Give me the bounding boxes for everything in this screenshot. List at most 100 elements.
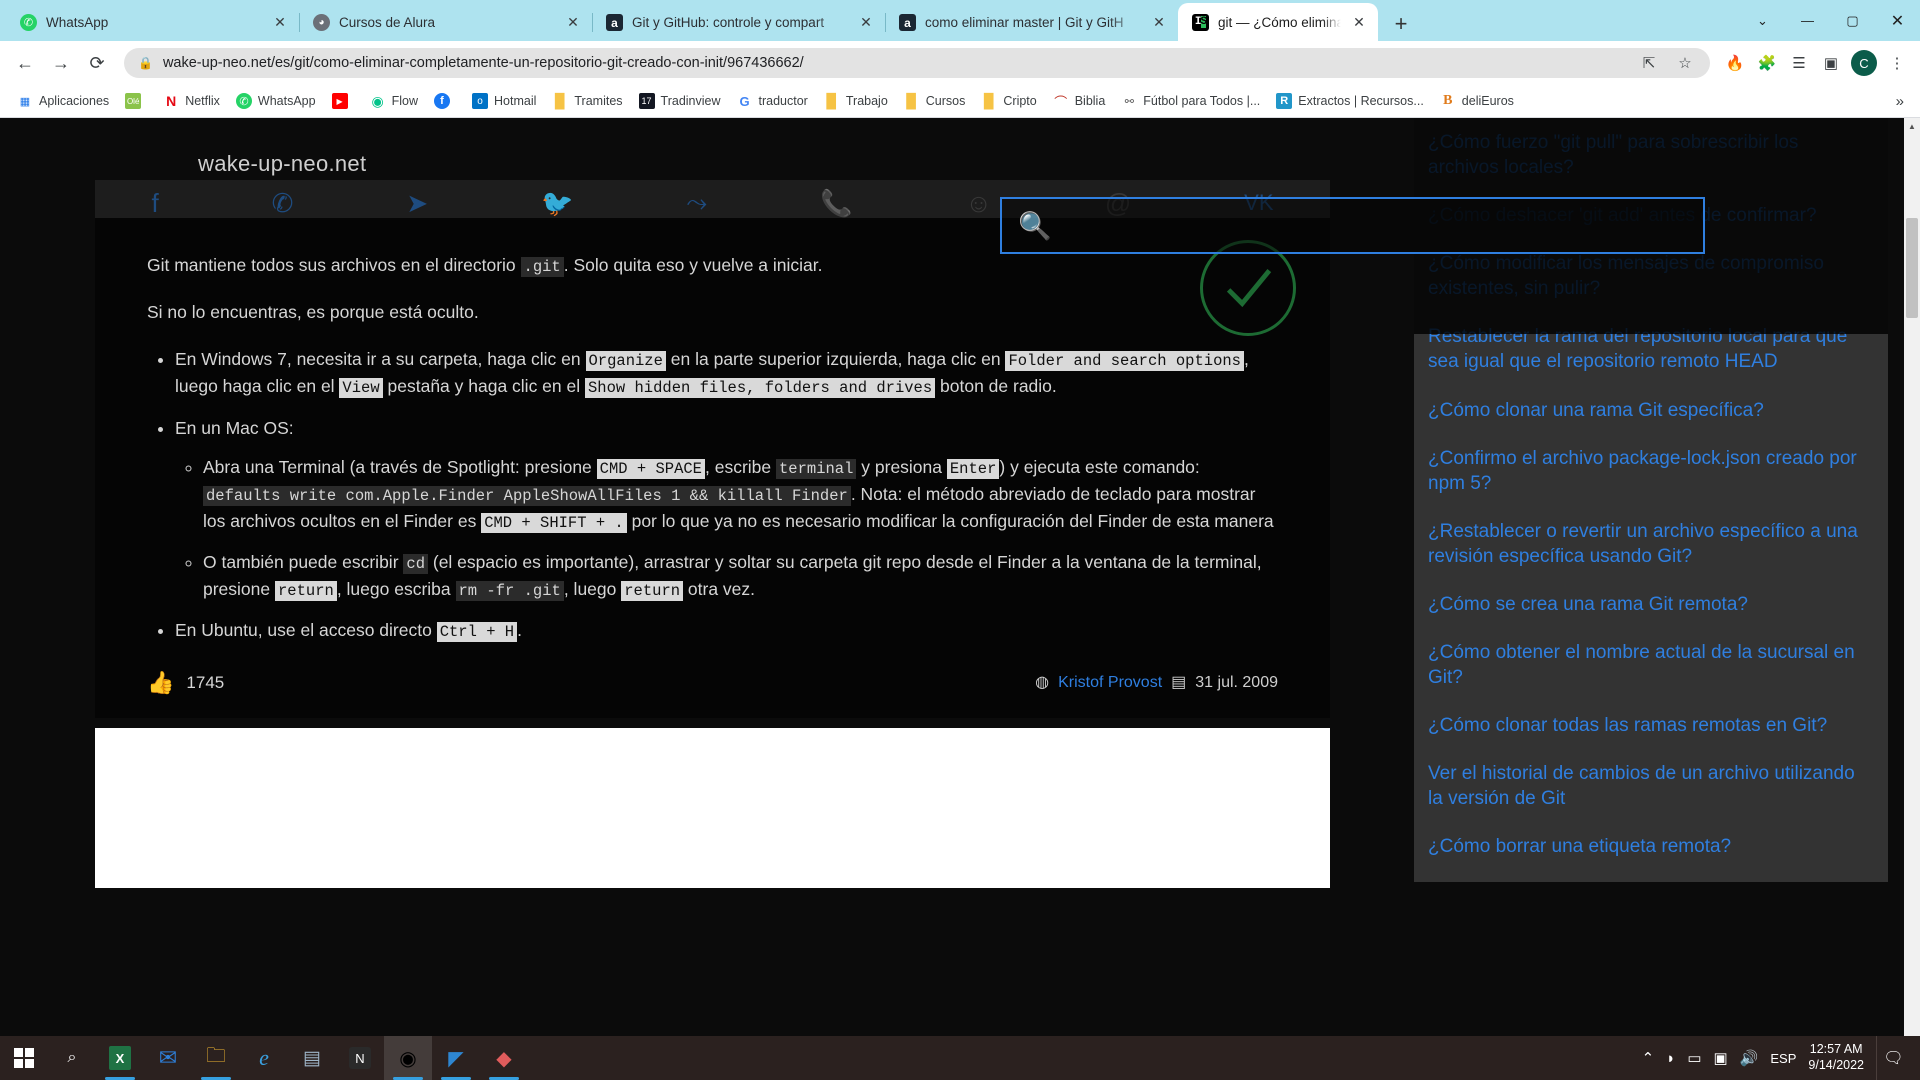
tab-git-y-github[interactable]: a Git y GitHub: controle y compart ✕ [592,4,885,41]
search-input[interactable]: 🔍 [1000,197,1705,254]
reading-list-icon[interactable]: ☰ [1784,48,1814,78]
wifi-icon[interactable]: ◗ [1666,1050,1675,1067]
page-scrollbar[interactable]: ▲ [1904,118,1920,1036]
sidebar-link[interactable]: Restablecer la rama del repositorio loca… [1428,324,1862,374]
calculator-icon[interactable]: ▤ [288,1036,336,1080]
text: En Ubuntu, use el acceso directo [175,620,437,641]
sidebar-link[interactable]: ¿Cómo clonar todas las ramas remotas en … [1428,713,1862,738]
new-tab-button[interactable]: + [1384,7,1418,41]
volume-icon[interactable]: 🔊 [1740,1049,1759,1067]
tab-search-chevron-icon[interactable]: ⌄ [1740,0,1785,41]
chrome-icon[interactable]: ◉ [384,1036,432,1080]
close-icon[interactable]: ✕ [1150,14,1168,32]
tab-whatsapp[interactable]: ✆ WhatsApp ✕ [6,4,299,41]
sidebar-link[interactable]: ¿Cómo clonar una rama Git específica? [1428,398,1862,423]
bookmark-tramites[interactable]: ▉ Tramites [545,90,629,112]
tab-como-eliminar-master[interactable]: a como eliminar master | Git y GitH ✕ [885,4,1178,41]
bookmark-futbol[interactable]: ⚯ Fútbol para Todos |... [1114,90,1267,112]
tab-cursos-de-alura[interactable]: ◕ Cursos de Alura ✕ [299,4,592,41]
folder-icon: ▉ [826,92,838,109]
avatar[interactable]: C [1851,50,1877,76]
odnoklassniki-share-icon[interactable]: ☺ [965,188,992,219]
notion-icon[interactable]: N [336,1036,384,1080]
bookmark-trabajo[interactable]: ▉ Trabajo [817,90,895,112]
app-diamond-icon[interactable]: ◆ [480,1036,528,1080]
publish-date: 31 jul. 2009 [1195,674,1278,692]
is-icon: IS [1192,13,1209,31]
sidebar-link[interactable]: Ver el historial de cambios de un archiv… [1428,761,1862,811]
window-close-button[interactable]: ✕ [1875,0,1920,41]
search-taskbar-icon[interactable]: ⌕ [48,1036,96,1080]
bookmark-tradinview[interactable]: 17 Tradinview [632,90,728,112]
bookmark-youtube[interactable]: ▶ [325,90,361,112]
bookmark-facebook[interactable]: f [427,90,463,112]
minimize-button[interactable]: — [1785,0,1830,41]
bookmark-hotmail[interactable]: o Hotmail [465,90,543,112]
bookmark-cripto[interactable]: ▉ Cripto [974,90,1043,112]
netflix-icon: N [166,93,177,109]
share-nodes-icon[interactable]: ⤳ [686,187,707,219]
site-brand[interactable]: wake-up-neo.net [198,151,366,177]
notification-icon[interactable]: 🗨 [1876,1036,1910,1080]
bookmark-delieuros[interactable]: B deliEuros [1433,90,1521,112]
vote-count-group[interactable]: 👍 1745 [147,666,224,700]
tab-git-como-eliminar[interactable]: IS git — ¿Cómo eliminar completam ✕ [1178,3,1378,41]
viber-share-icon[interactable]: 📞 [820,188,852,219]
thumbs-up-icon[interactable]: 👍 [147,666,174,700]
clock-date: 9/14/2022 [1808,1058,1864,1072]
facebook-share-icon[interactable]: f [151,188,158,219]
close-icon[interactable]: ✕ [857,14,875,32]
bookmark-traductor[interactable]: G traductor [730,90,815,112]
chrome-menu-icon[interactable]: ⋮ [1882,48,1912,78]
ole-icon: Olé [125,93,142,109]
bookmark-biblia[interactable]: ⌒ Biblia [1046,90,1113,112]
onedrive-sync-icon[interactable]: ▣ [1714,1049,1728,1067]
excel-icon[interactable]: X [96,1036,144,1080]
sidebar-link[interactable]: ¿Cómo obtener el nombre actual de la suc… [1428,640,1862,690]
vscode-icon[interactable]: ◤ [432,1036,480,1080]
sidebar-link[interactable]: ¿Confirmo el archivo package-lock.json c… [1428,446,1862,496]
scrollbar-thumb[interactable] [1906,218,1918,318]
sidebar-link[interactable]: ¿Cómo modificar los mensajes de compromi… [1428,251,1862,301]
tray-chevron-up-icon[interactable]: ⌃ [1642,1049,1655,1067]
side-panel-icon[interactable]: ▣ [1816,48,1846,78]
battery-charging-icon[interactable]: ▭ [1687,1049,1701,1067]
internet-explorer-icon[interactable]: e [240,1036,288,1080]
browser-toolbar: ← → ⟳ 🔒 wake-up-neo.net/es/git/como-elim… [0,41,1920,85]
bookmark-extractos[interactable]: R Extractos | Recursos... [1269,90,1431,112]
text: por lo que ya no es necesario modificar … [626,510,1274,531]
bookmark-whatsapp[interactable]: ✆ WhatsApp [229,90,323,112]
reload-button[interactable]: ⟳ [80,46,114,80]
maximize-button[interactable]: ▢ [1830,0,1875,41]
close-icon[interactable]: ✕ [271,14,289,32]
whatsapp-share-icon[interactable]: ✆ [272,188,294,219]
telegram-share-icon[interactable]: ➤ [406,188,428,219]
bookmark-flow[interactable]: ◉ Flow [363,90,425,112]
forward-button[interactable]: → [44,46,78,80]
sidebar-link[interactable]: ¿Restablecer o revertir un archivo espec… [1428,519,1862,569]
bookmark-cursos[interactable]: ▉ Cursos [897,90,973,112]
scroll-up-arrow-icon[interactable]: ▲ [1904,118,1920,135]
sidebar-link[interactable]: ¿Cómo se crea una rama Git remota? [1428,592,1862,617]
start-button[interactable] [0,1036,48,1080]
bookmarks-overflow-button[interactable]: » [1896,93,1910,110]
clock[interactable]: 12:57 AM 9/14/2022 [1808,1042,1864,1073]
mail-icon[interactable]: ✉ [144,1036,192,1080]
close-icon[interactable]: ✕ [564,14,582,32]
address-bar[interactable]: 🔒 wake-up-neo.net/es/git/como-eliminar-c… [124,48,1710,78]
flame-extension-icon[interactable]: 🔥 [1720,48,1750,78]
close-icon[interactable]: ✕ [1350,13,1368,31]
bookmark-netflix[interactable]: N Netflix [156,90,227,112]
share-icon[interactable]: ⇱ [1634,48,1664,78]
star-icon[interactable]: ☆ [1670,48,1700,78]
bookmark-aplicaciones[interactable]: ▦ Aplicaciones [10,90,116,112]
language-indicator[interactable]: ESP [1770,1051,1796,1066]
sidebar-link[interactable]: ¿Cómo fuerzo "git pull" para sobrescribi… [1428,130,1862,180]
twitter-share-icon[interactable]: 🐦 [541,188,573,219]
extensions-puzzle-icon[interactable]: 🧩 [1752,48,1782,78]
bookmark-ole[interactable]: Olé [118,90,154,112]
file-explorer-icon[interactable]: 🗀 [192,1036,240,1080]
author-link[interactable]: Kristof Provost [1058,671,1162,696]
sidebar-link[interactable]: ¿Cómo borrar una etiqueta remota? [1428,834,1862,859]
back-button[interactable]: ← [8,46,42,80]
